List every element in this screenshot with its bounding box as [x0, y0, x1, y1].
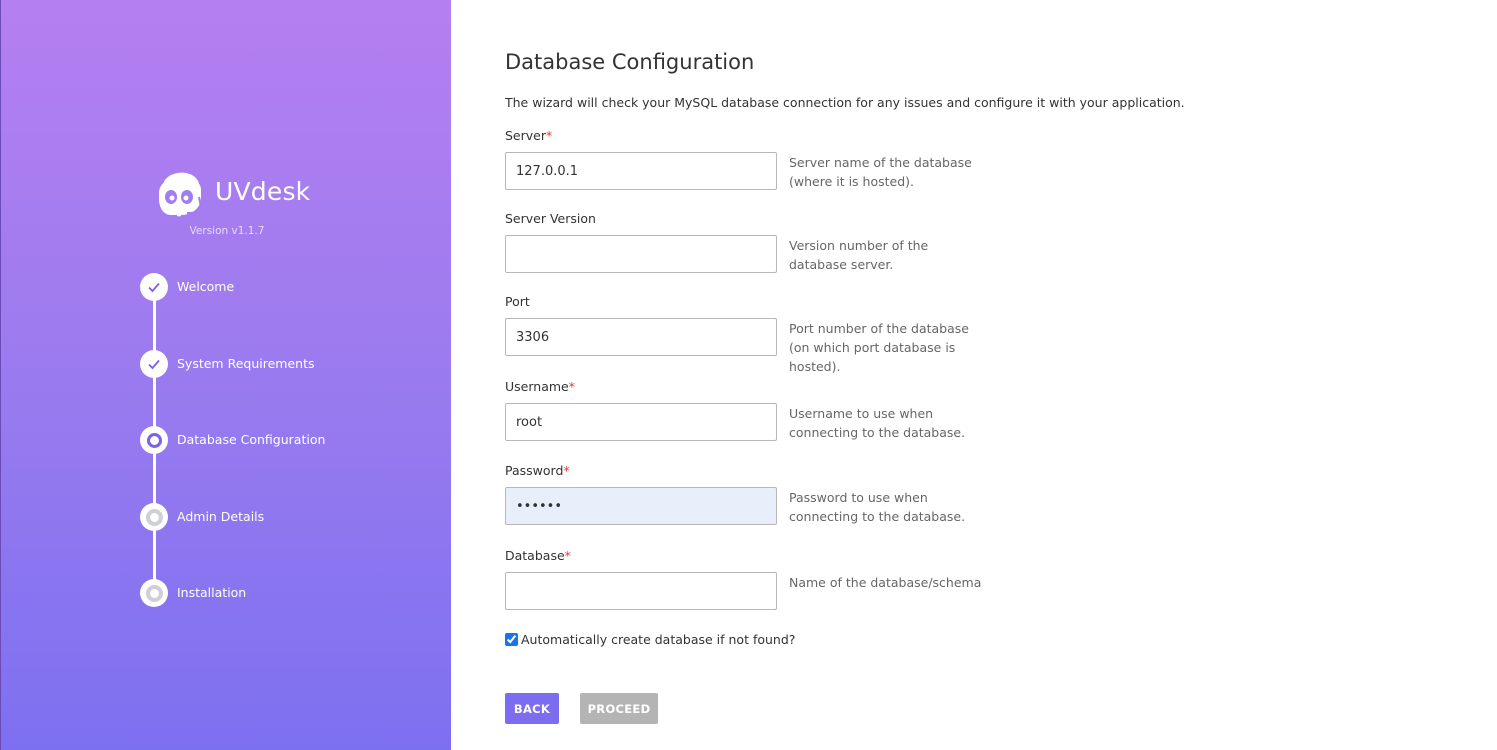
step-label: Database Configuration	[177, 432, 326, 447]
uvdesk-agent-icon	[159, 172, 203, 217]
password-label: Password*	[505, 463, 570, 478]
brand: UVdesk Version v1.1.7	[151, 163, 351, 237]
step-system-requirements: System Requirements	[140, 350, 440, 380]
username-help: Username to use when connecting to the d…	[789, 406, 966, 440]
username-label: Username*	[505, 379, 575, 394]
back-button[interactable]: BACK	[505, 693, 559, 724]
step-welcome: Welcome	[140, 273, 440, 303]
auto-create-checkbox[interactable]	[505, 633, 518, 646]
ring-icon	[140, 579, 168, 607]
brand-name: UVdesk	[215, 177, 311, 206]
ring-icon	[140, 503, 168, 531]
ring-icon	[140, 426, 168, 454]
server-version-input[interactable]	[505, 235, 777, 273]
installer-page: UVdesk Version v1.1.7 Welcome System Req…	[0, 0, 1497, 750]
database-input[interactable]	[505, 572, 777, 610]
server-version-label: Server Version	[505, 211, 596, 226]
password-input[interactable]	[505, 487, 777, 525]
auto-create-label: Automatically create database if not fou…	[521, 632, 796, 647]
database-label: Database*	[505, 548, 571, 563]
server-input[interactable]	[505, 152, 777, 190]
check-icon	[140, 273, 168, 301]
step-label: System Requirements	[177, 356, 315, 371]
server-help: Server name of the database (where it is…	[789, 155, 972, 189]
page-description: The wizard will check your MySQL databas…	[505, 95, 1185, 110]
required-mark: *	[563, 463, 570, 478]
port-input[interactable]	[505, 318, 777, 356]
password-help: Password to use when connecting to the d…	[789, 490, 966, 524]
required-mark: *	[546, 128, 553, 143]
server-label: Server*	[505, 128, 553, 143]
check-icon	[140, 350, 168, 378]
auto-create-row[interactable]: Automatically create database if not fou…	[505, 632, 795, 647]
step-database-configuration: Database Configuration	[140, 426, 440, 456]
main-content: Database Configuration The wizard will c…	[451, 0, 1497, 750]
step-label: Welcome	[177, 279, 235, 294]
required-mark: *	[564, 548, 571, 563]
step-admin-details: Admin Details	[140, 503, 440, 533]
username-input[interactable]	[505, 403, 777, 441]
step-label: Admin Details	[177, 509, 265, 524]
version-label: Version v1.1.7	[189, 225, 265, 237]
step-installation: Installation	[140, 579, 440, 609]
port-help: Port number of the database (on which po…	[789, 321, 969, 374]
proceed-button[interactable]: PROCEED	[580, 693, 658, 724]
required-mark: *	[568, 379, 575, 394]
port-label: Port	[505, 294, 530, 309]
page-title: Database Configuration	[505, 50, 755, 74]
step-label: Installation	[177, 585, 247, 600]
server-version-help: Version number of the database server.	[789, 238, 929, 272]
sidebar: UVdesk Version v1.1.7 Welcome System Req…	[0, 0, 451, 750]
database-help: Name of the database/schema	[789, 575, 982, 590]
